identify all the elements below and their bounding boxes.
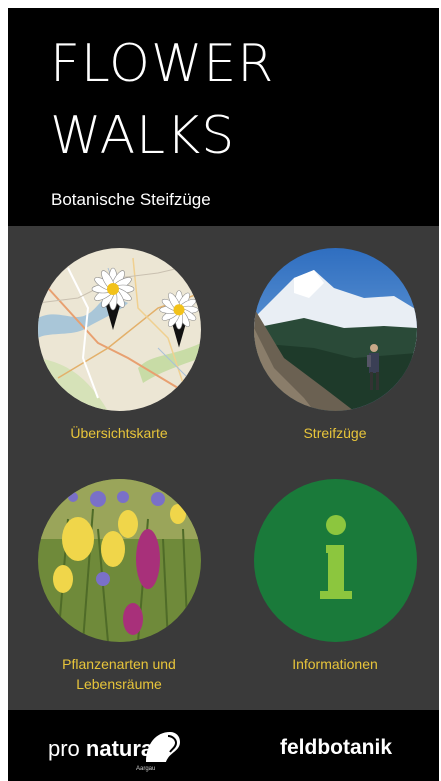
menu-panel: Übersichtskarte Streifzüge Pflanzenarten… [8, 226, 439, 710]
pro-natura-emblem-icon [146, 732, 180, 762]
tile-overview-map[interactable]: Übersichtskarte [34, 248, 204, 443]
hiking-photo[interactable] [253, 248, 417, 411]
feldbotanik-logo[interactable]: feldbotanik [280, 736, 392, 760]
tile-label-plant-species-line2[interactable]: Lebensräume [34, 674, 204, 694]
app-title-line1: FLOWER [50, 34, 275, 94]
info-icon [319, 515, 352, 599]
tile-label-information[interactable]: Informationen [250, 654, 420, 674]
header: FLOWER WALKS Botanische Steifzüge [8, 8, 439, 226]
tile-walks[interactable]: Streifzüge [250, 248, 420, 443]
flower-pin-icon[interactable] [156, 286, 201, 352]
tile-information[interactable]: Informationen [250, 479, 420, 674]
pro-natura-logo[interactable]: pro natura [48, 736, 153, 762]
tile-plant-species[interactable]: Pflanzenarten und Lebensräume [34, 479, 204, 694]
tile-label-walks[interactable]: Streifzüge [250, 423, 420, 443]
app-screen: FLOWER WALKS Botanische Steifzüge Übersi… [8, 8, 439, 781]
flower-meadow-image [37, 479, 201, 642]
mountain-image [253, 248, 417, 411]
footer: pro natura Aargau feldbotanik [8, 710, 439, 781]
tile-label-overview-map[interactable]: Übersichtskarte [34, 423, 204, 443]
pro-natura-text-pre: pro [48, 736, 86, 761]
tile-label-plant-species[interactable]: Pflanzenarten und Lebensräume [34, 654, 204, 694]
pro-natura-subtext: Aargau [136, 766, 156, 772]
flower-pin-icon[interactable] [88, 264, 138, 334]
map-thumbnail[interactable] [37, 248, 201, 411]
app-title-line2: WALKS [50, 106, 236, 166]
info-circle[interactable] [253, 479, 417, 642]
app-subtitle: Botanische Steifzüge [51, 190, 211, 209]
tile-label-plant-species-line1[interactable]: Pflanzenarten und [34, 654, 204, 674]
meadow-photo[interactable] [37, 479, 201, 642]
